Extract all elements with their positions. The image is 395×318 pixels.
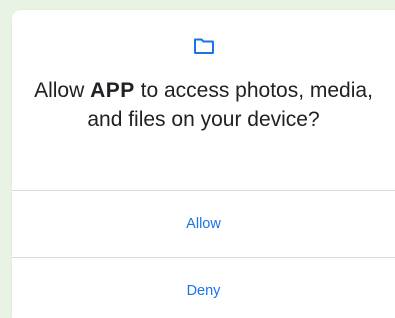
permission-message: Allow APP to access photos, media, and f… xyxy=(32,76,375,134)
message-prefix: Allow xyxy=(34,79,91,102)
permission-dialog: Allow APP to access photos, media, and f… xyxy=(12,10,395,318)
deny-button[interactable]: Deny xyxy=(12,258,395,318)
allow-button[interactable]: Allow xyxy=(12,191,395,257)
folder-icon xyxy=(193,37,215,57)
app-name: APP xyxy=(90,79,135,102)
dialog-icon-row xyxy=(12,37,395,57)
